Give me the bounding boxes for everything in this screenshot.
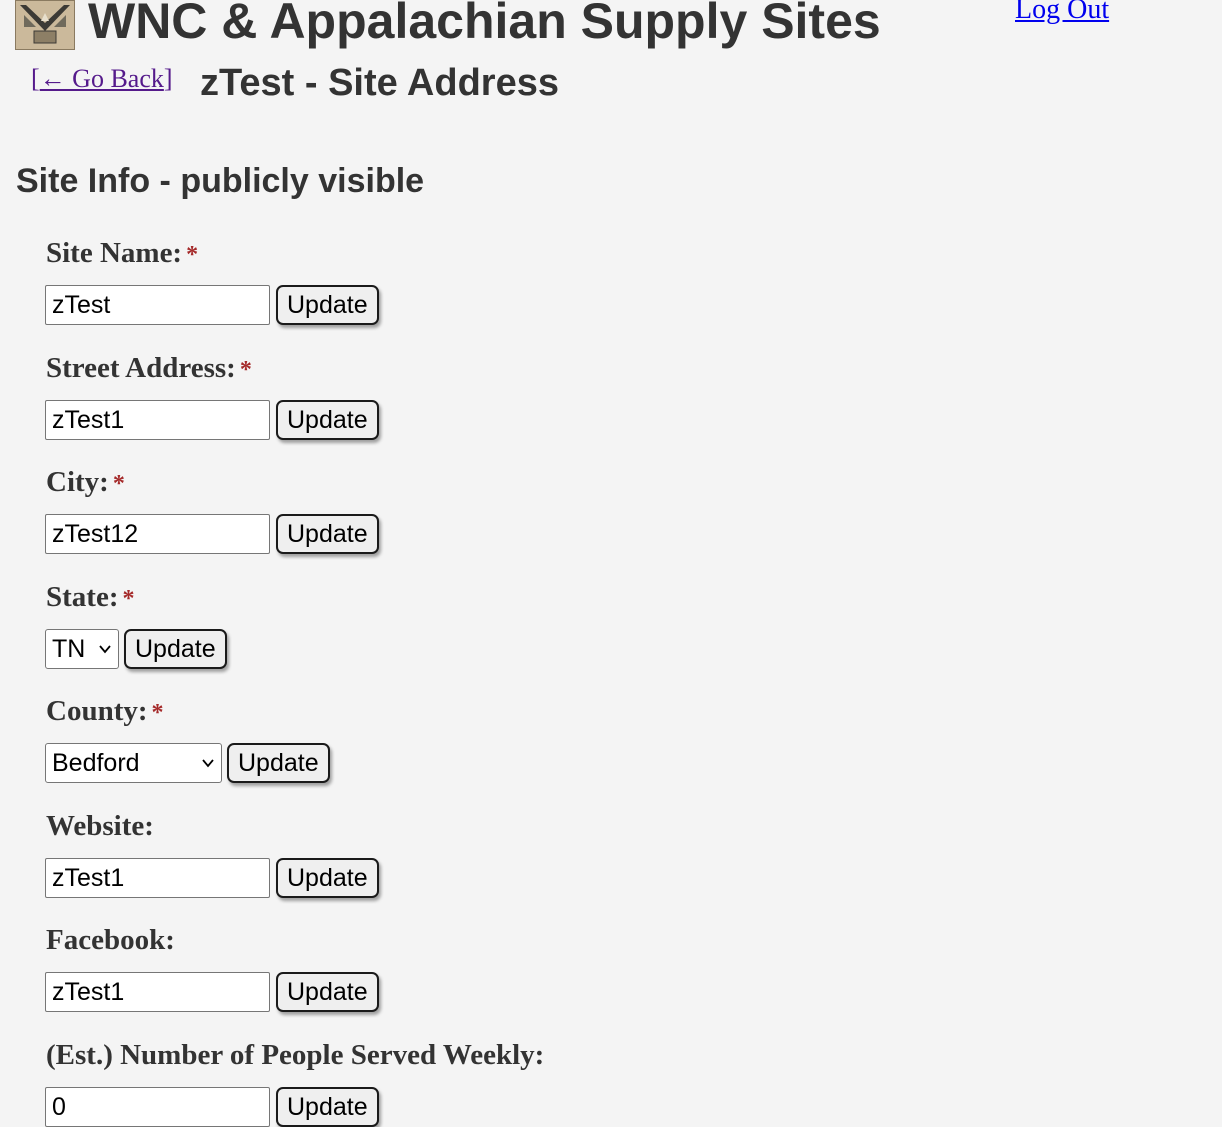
city-update-button[interactable]: Update xyxy=(276,514,379,554)
website-input[interactable] xyxy=(45,858,270,898)
facebook-input[interactable] xyxy=(45,972,270,1012)
chevron-down-icon xyxy=(202,759,214,768)
state-label-text: State: xyxy=(46,581,119,613)
city-label: City: * xyxy=(46,465,125,499)
county-label: County: * xyxy=(46,694,164,728)
site-name-input[interactable] xyxy=(45,285,270,325)
people-served-label-text: (Est.) Number of People Served Weekly: xyxy=(46,1039,545,1071)
county-label-text: County: xyxy=(46,695,148,727)
county-select[interactable]: Bedford xyxy=(45,743,222,783)
street-address-update-button[interactable]: Update xyxy=(276,400,379,440)
required-marker: * xyxy=(122,586,135,612)
street-address-input[interactable] xyxy=(45,400,270,440)
go-back-label: ← Go Back xyxy=(39,64,164,93)
required-marker: * xyxy=(239,357,252,383)
people-served-label: (Est.) Number of People Served Weekly: xyxy=(46,1038,544,1072)
state-label: State: * xyxy=(46,580,134,614)
state-select[interactable]: TN xyxy=(45,629,119,669)
logout-link[interactable]: Log Out xyxy=(1015,0,1109,26)
city-label-text: City: xyxy=(46,466,109,498)
facebook-update-button[interactable]: Update xyxy=(276,972,379,1012)
street-address-label-text: Street Address: xyxy=(46,352,236,384)
required-marker: * xyxy=(112,471,125,497)
section-heading: Site Info - publicly visible xyxy=(16,162,425,200)
county-update-button[interactable]: Update xyxy=(227,743,330,783)
street-address-label: Street Address: * xyxy=(46,351,252,385)
required-marker: * xyxy=(186,242,199,268)
facebook-label: Facebook: xyxy=(46,923,175,957)
page-title: zTest - Site Address xyxy=(200,62,559,104)
city-input[interactable] xyxy=(45,514,270,554)
required-marker: * xyxy=(151,700,164,726)
county-selected-value: Bedford xyxy=(52,748,140,777)
people-served-input[interactable] xyxy=(45,1087,270,1127)
people-served-update-button[interactable]: Update xyxy=(276,1087,379,1127)
website-label: Website: xyxy=(46,809,154,843)
state-update-button[interactable]: Update xyxy=(124,629,227,669)
facebook-label-text: Facebook: xyxy=(46,924,175,956)
chevron-down-icon xyxy=(99,645,111,654)
state-selected-value: TN xyxy=(52,634,86,663)
site-name-update-button[interactable]: Update xyxy=(276,285,379,325)
website-label-text: Website: xyxy=(46,810,154,842)
site-name-label-text: Site Name: xyxy=(46,237,183,269)
go-back-link[interactable]: [← Go Back] xyxy=(31,64,173,94)
site-name-label: Site Name: * xyxy=(46,236,198,270)
site-title: WNC & Appalachian Supply Sites xyxy=(88,0,881,49)
site-logo-icon xyxy=(15,0,75,50)
website-update-button[interactable]: Update xyxy=(276,858,379,898)
